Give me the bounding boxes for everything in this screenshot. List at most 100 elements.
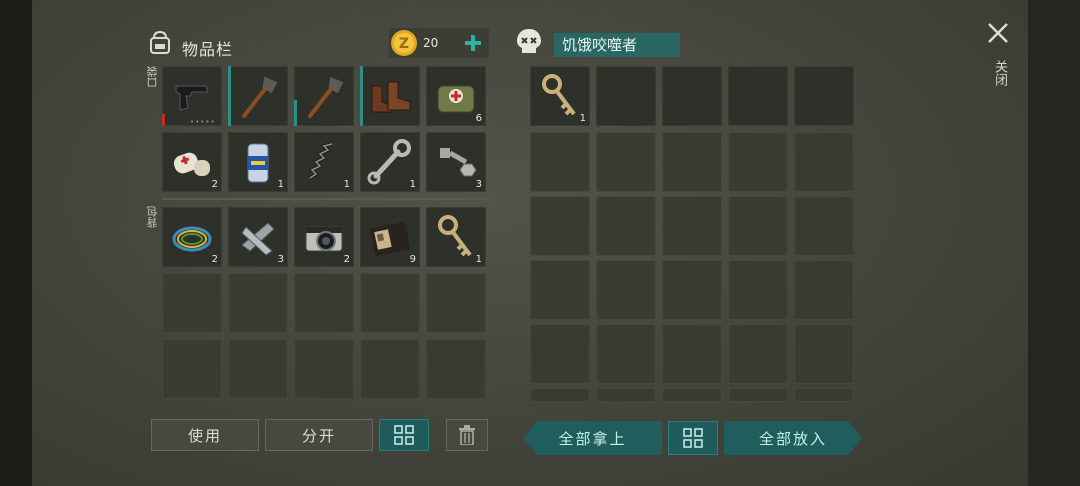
- close-icon[interactable]: [987, 22, 1009, 44]
- grid-icon: [683, 428, 703, 448]
- empty-slot[interactable]: [228, 273, 288, 333]
- durability-bar: [162, 114, 165, 126]
- wrench-icon: [367, 139, 411, 185]
- medkit-bag-icon: [437, 85, 475, 113]
- durability-bar: [294, 100, 297, 126]
- coin-icon: Z: [391, 30, 417, 56]
- loot-slot[interactable]: [596, 66, 656, 126]
- beer-can-icon: [247, 143, 269, 183]
- skull-icon: [517, 29, 541, 53]
- item-count: 1: [409, 179, 416, 190]
- add-coins-button[interactable]: [464, 34, 482, 52]
- wire-coil-icon: [172, 226, 212, 252]
- inventory-slot[interactable]: 2: [162, 207, 222, 267]
- loot-slot[interactable]: [662, 260, 722, 320]
- svg-text:Z: Z: [399, 36, 409, 52]
- loot-slot[interactable]: [794, 260, 854, 320]
- spring-icon: [308, 142, 333, 180]
- put-all-button[interactable]: 全部放入: [724, 421, 862, 455]
- loot-slot[interactable]: [596, 324, 656, 384]
- loot-slot[interactable]: [728, 324, 788, 384]
- coin-count: 20: [423, 36, 439, 50]
- item-count: 9: [409, 254, 416, 265]
- loot-slot[interactable]: [728, 260, 788, 320]
- inventory-slot[interactable]: 9: [360, 207, 420, 267]
- loot-slot[interactable]: [662, 196, 722, 256]
- loot-slot[interactable]: [662, 324, 722, 384]
- loot-slot[interactable]: [530, 260, 590, 320]
- item-count: 2: [343, 254, 350, 265]
- trash-icon: [459, 425, 475, 445]
- wallet-icon: [369, 221, 411, 257]
- empty-slot[interactable]: [426, 273, 486, 333]
- loot-slot[interactable]: [728, 132, 788, 192]
- item-count: 2: [211, 179, 218, 190]
- inventory-slot[interactable]: 1: [360, 132, 420, 192]
- loot-slot[interactable]: [662, 388, 722, 402]
- empty-slot[interactable]: [228, 339, 288, 399]
- key-icon: [542, 74, 576, 116]
- inventory-slot[interactable]: 1: [228, 132, 288, 192]
- shovel-icon: [242, 75, 279, 118]
- loot-slot[interactable]: [794, 388, 854, 402]
- loot-slot[interactable]: [530, 324, 590, 384]
- inventory-slot[interactable]: [360, 66, 420, 126]
- loot-slot[interactable]: 1: [530, 66, 590, 126]
- empty-slot[interactable]: [162, 273, 222, 333]
- loot-slot[interactable]: [596, 132, 656, 192]
- loot-slot[interactable]: [662, 66, 722, 126]
- inventory-slot[interactable]: [294, 66, 354, 126]
- item-count: 1: [277, 179, 284, 190]
- empty-slot[interactable]: [294, 339, 354, 399]
- close-label[interactable]: 关闭: [990, 60, 1009, 86]
- screen-edge-right: [1028, 0, 1080, 486]
- durability-bar: [228, 66, 231, 126]
- loot-slot[interactable]: [728, 196, 788, 256]
- loot-slot[interactable]: [530, 132, 590, 192]
- sort-button[interactable]: [379, 419, 429, 451]
- inventory-slot[interactable]: 6: [426, 66, 486, 126]
- loot-slot[interactable]: [530, 388, 590, 402]
- loot-slot[interactable]: [794, 66, 854, 126]
- split-button[interactable]: 分开: [265, 419, 373, 451]
- empty-slot[interactable]: [426, 339, 486, 399]
- pocket-label: 口袋: [146, 66, 159, 88]
- item-count: 1: [579, 113, 586, 124]
- take-all-button[interactable]: 全部拿上: [523, 421, 662, 455]
- item-count: 1: [475, 254, 482, 265]
- empty-slot[interactable]: [360, 339, 420, 399]
- camera-icon: [305, 226, 343, 252]
- empty-slot[interactable]: [294, 273, 354, 333]
- inventory-slot[interactable]: 3: [228, 207, 288, 267]
- loot-slot[interactable]: [662, 132, 722, 192]
- loot-slot[interactable]: [530, 196, 590, 256]
- loot-slot[interactable]: [596, 196, 656, 256]
- empty-slot[interactable]: [360, 273, 420, 333]
- boots-icon: [371, 81, 411, 113]
- empty-slot[interactable]: [162, 339, 222, 399]
- inventory-slot[interactable]: 2: [162, 132, 222, 192]
- loot-slot[interactable]: [596, 260, 656, 320]
- item-count: 3: [277, 254, 284, 265]
- loot-slot[interactable]: [728, 388, 788, 402]
- backpack-icon: [150, 30, 170, 54]
- bandage-icon: [173, 152, 210, 176]
- inventory-slot[interactable]: 1: [426, 207, 486, 267]
- grid-icon: [394, 425, 414, 445]
- loot-slot[interactable]: [794, 324, 854, 384]
- inventory-slot[interactable]: 1: [294, 132, 354, 192]
- use-button[interactable]: 使用: [151, 419, 259, 451]
- sort-loot-button[interactable]: [668, 421, 718, 455]
- backpack-label: 背包: [146, 206, 159, 228]
- inventory-slot[interactable]: [228, 66, 288, 126]
- trash-button[interactable]: [446, 419, 488, 451]
- loot-slot[interactable]: [596, 388, 656, 402]
- item-count: 3: [475, 179, 482, 190]
- loot-slot[interactable]: [728, 66, 788, 126]
- inventory-slot[interactable]: •••••: [162, 66, 222, 126]
- inventory-slot[interactable]: 3: [426, 132, 486, 192]
- inventory-slot[interactable]: 2: [294, 207, 354, 267]
- screen-edge-left: [0, 0, 32, 486]
- loot-slot[interactable]: [794, 196, 854, 256]
- loot-slot[interactable]: [794, 132, 854, 192]
